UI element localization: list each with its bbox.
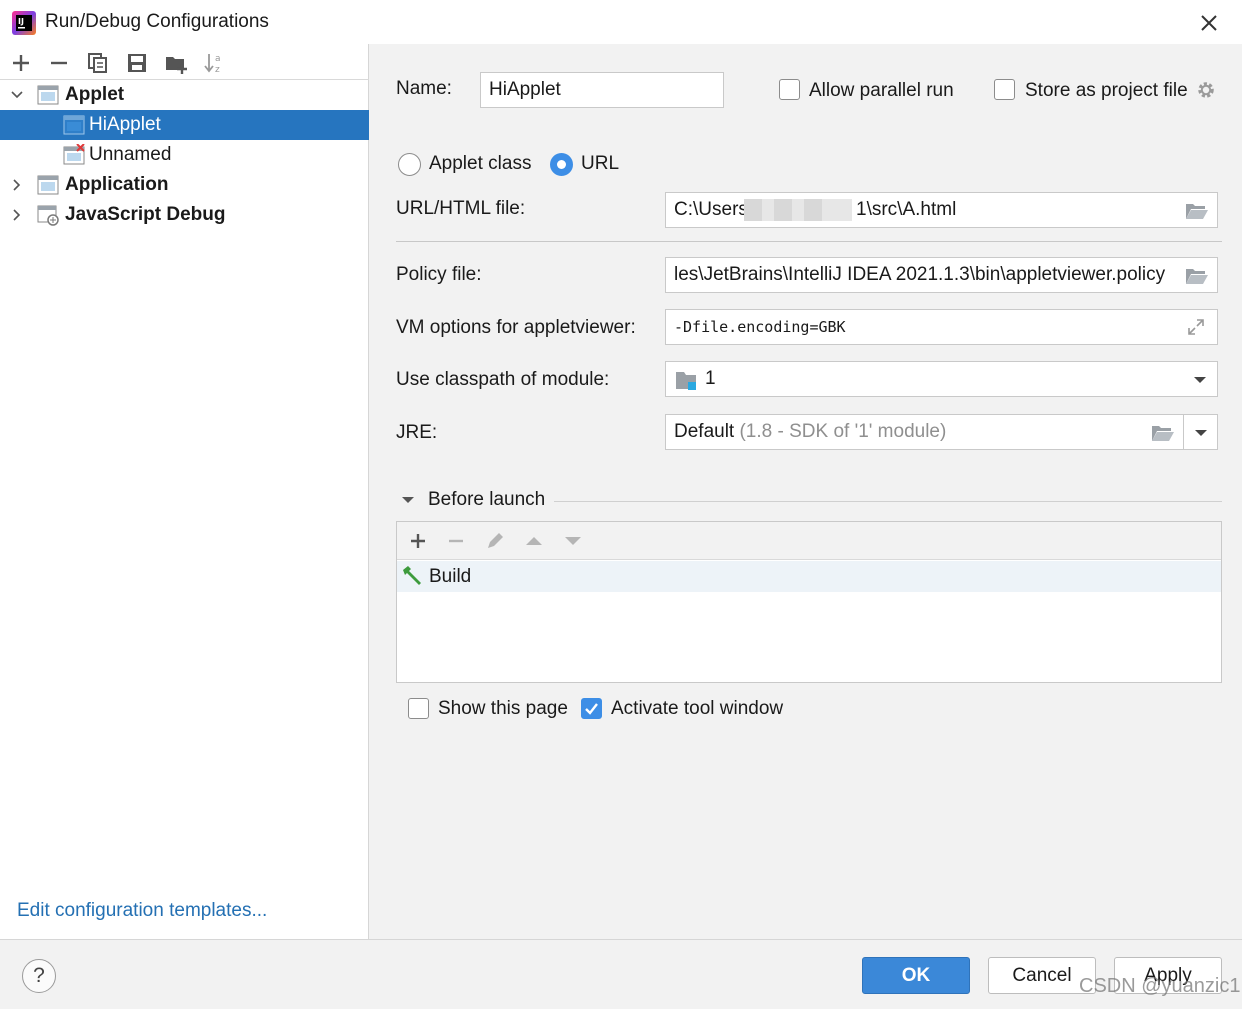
folder-open-icon[interactable]	[1185, 201, 1209, 221]
tree-item-label: Applet	[65, 84, 125, 105]
move-down-icon[interactable]	[560, 528, 586, 554]
expand-icon[interactable]	[1186, 317, 1206, 337]
activate-tool-checkbox[interactable]	[581, 698, 602, 719]
chevron-right-icon[interactable]	[9, 207, 25, 223]
move-up-icon[interactable]	[521, 528, 547, 554]
tree-item-javascript-debug[interactable]: JavaScript Debug	[0, 200, 369, 230]
svg-text:z: z	[215, 65, 220, 75]
classpath-label: Use classpath of module:	[396, 369, 610, 390]
tree-item-label: Application	[65, 174, 169, 195]
sidebar-toolbar: az	[0, 44, 369, 80]
policy-file-input[interactable]: les\JetBrains\IntelliJ IDEA 2021.1.3\bin…	[665, 257, 1218, 293]
chevron-down-icon[interactable]	[9, 87, 25, 103]
activate-tool-label: Activate tool window	[611, 698, 784, 719]
tree-item-application[interactable]: Application	[0, 170, 369, 200]
window-title: Run/Debug Configurations	[45, 11, 269, 32]
applet-error-icon	[63, 144, 85, 165]
module-folder-icon	[676, 372, 696, 390]
before-launch-toolbar	[397, 522, 1221, 560]
vm-options-label: VM options for appletviewer:	[396, 317, 636, 338]
show-page-label: Show this page	[438, 698, 568, 719]
watermark: CSDN @yuanzic1	[1079, 975, 1241, 997]
applet-icon	[37, 85, 59, 105]
before-launch-divider	[554, 501, 1222, 502]
javascript-debug-icon	[37, 205, 59, 226]
applet-class-radio[interactable]	[398, 153, 421, 176]
section-divider	[396, 241, 1222, 242]
tree-item-label: HiApplet	[89, 114, 161, 135]
jre-hint: (1.8 - SDK of '1' module)	[739, 421, 947, 442]
save-icon[interactable]	[124, 50, 150, 76]
tree-item-unnamed[interactable]: Unnamed	[0, 140, 369, 170]
gear-icon[interactable]	[1195, 79, 1217, 101]
before-launch-list: Build	[396, 521, 1222, 683]
vm-options-input[interactable]: -Dfile.encoding=GBK	[665, 309, 1218, 345]
before-launch-task-build[interactable]: Build	[397, 561, 1221, 592]
before-launch-title: Before launch	[428, 489, 546, 510]
classpath-select[interactable]: 1	[665, 361, 1218, 397]
store-project-label: Store as project file	[1025, 80, 1188, 101]
name-label: Name:	[396, 78, 452, 99]
applet-icon	[63, 115, 85, 135]
folder-open-icon[interactable]	[1185, 266, 1209, 286]
tree-item-label: Unnamed	[89, 144, 172, 165]
store-project-checkbox[interactable]	[994, 79, 1015, 100]
tree-item-label: JavaScript Debug	[65, 204, 226, 225]
add-icon[interactable]	[8, 50, 34, 76]
classpath-value: 1	[705, 368, 716, 389]
url-file-prefix: C:\Users	[674, 199, 748, 220]
checkmark-icon	[585, 703, 598, 715]
jre-label: JRE:	[396, 422, 438, 443]
build-hammer-icon	[403, 566, 421, 585]
url-radio[interactable]	[550, 153, 573, 176]
url-label: URL	[581, 153, 620, 174]
applet-class-label: Applet class	[429, 153, 532, 174]
jre-select[interactable]: Default (1.8 - SDK of '1' module)	[665, 414, 1218, 450]
task-label: Build	[429, 566, 472, 587]
edit-pencil-icon[interactable]	[482, 528, 508, 554]
url-file-label: URL/HTML file:	[396, 198, 526, 219]
remove-icon[interactable]	[443, 528, 469, 554]
svg-text:a: a	[215, 54, 221, 64]
collapse-triangle-icon[interactable]	[400, 494, 416, 506]
svg-text:IJ: IJ	[18, 17, 24, 26]
sort-icon[interactable]: az	[202, 50, 228, 76]
copy-icon[interactable]	[85, 50, 111, 76]
add-icon[interactable]	[405, 528, 431, 554]
folder-add-icon[interactable]	[163, 50, 189, 76]
help-button[interactable]: ?	[22, 959, 56, 993]
redacted-region	[744, 199, 852, 221]
dialog-footer: ? OK Cancel Apply	[0, 939, 1242, 1009]
url-file-suffix: 1\src\A.html	[856, 199, 957, 220]
allow-parallel-checkbox[interactable]	[779, 79, 800, 100]
ok-button[interactable]: OK	[862, 957, 970, 994]
show-page-checkbox[interactable]	[408, 698, 429, 719]
close-icon[interactable]	[1194, 8, 1224, 38]
url-file-input[interactable]: C:\Users 1\src\A.html	[665, 192, 1218, 228]
tree-item-hiapplet[interactable]: HiApplet	[0, 110, 369, 140]
intellij-app-icon: IJ	[12, 11, 36, 35]
folder-open-icon[interactable]	[1151, 423, 1175, 443]
name-input[interactable]: HiApplet	[480, 72, 724, 108]
allow-parallel-label: Allow parallel run	[809, 80, 954, 101]
remove-icon[interactable]	[46, 50, 72, 76]
title-bar: IJ Run/Debug Configurations	[0, 0, 1242, 44]
configuration-form: Name: HiApplet Allow parallel run Store …	[370, 44, 1242, 939]
configurations-sidebar: az Applet HiApplet Unnamed Application J…	[0, 44, 369, 939]
policy-file-label: Policy file:	[396, 264, 482, 285]
chevron-right-icon[interactable]	[9, 177, 25, 193]
tree-item-applet[interactable]: Applet	[0, 80, 369, 110]
edit-templates-link[interactable]: Edit configuration templates...	[17, 900, 267, 922]
dropdown-divider	[1183, 415, 1184, 449]
jre-value: Default	[674, 421, 735, 442]
chevron-down-icon	[1194, 377, 1206, 383]
chevron-down-icon[interactable]	[1193, 427, 1209, 439]
application-icon	[37, 175, 59, 195]
